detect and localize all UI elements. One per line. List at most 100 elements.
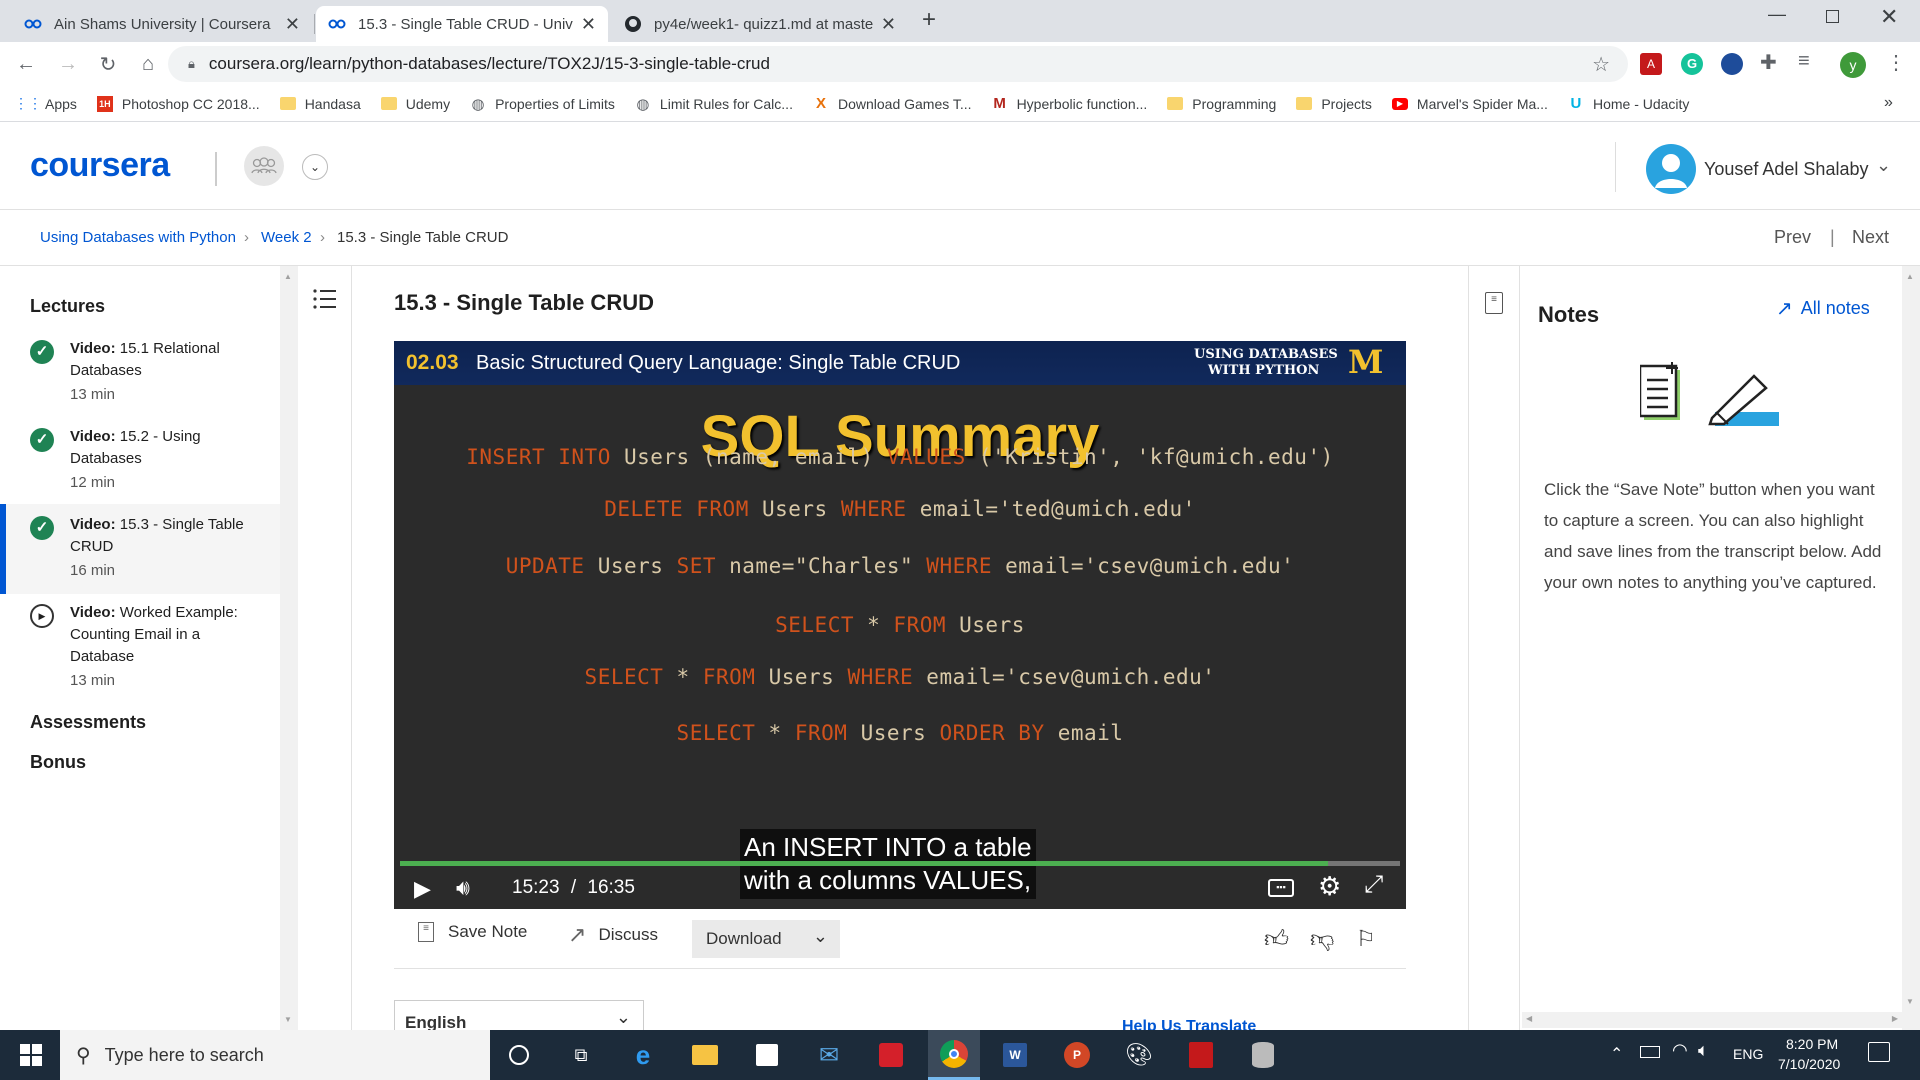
coursera-logo[interactable]: coursera xyxy=(30,146,170,185)
mail-icon[interactable]: ✉ xyxy=(814,1040,844,1070)
paint-icon[interactable]: 🎨︎ xyxy=(1124,1040,1154,1070)
close-tab-icon[interactable]: ✕ xyxy=(581,14,596,35)
bookmark-programming[interactable]: Programming xyxy=(1167,96,1276,112)
table-of-contents-icon[interactable] xyxy=(312,288,336,310)
thumbs-down-icon[interactable]: 👎︎ xyxy=(1310,926,1334,954)
close-tab-icon[interactable]: ✕ xyxy=(285,14,300,35)
chrome-taskbar-active[interactable] xyxy=(928,1030,980,1080)
wifi-icon[interactable]: ◠ xyxy=(1672,1040,1688,1061)
maximize-icon[interactable] xyxy=(1826,10,1839,23)
bookmark-hyperbolic[interactable]: M Hyperbolic function... xyxy=(992,95,1147,112)
settings-gear-icon[interactable]: ⚙ xyxy=(1318,871,1341,902)
tray-chevron-icon[interactable]: ⌃ xyxy=(1610,1044,1623,1064)
bookmarks-overflow-icon[interactable]: » xyxy=(1884,94,1893,112)
transcript-language-select[interactable]: English ⌄ xyxy=(394,1000,644,1034)
acrobat-extension-icon[interactable]: A xyxy=(1640,53,1662,75)
download-dropdown[interactable]: Download ⌄ xyxy=(692,920,840,958)
taskbar-search-box[interactable]: ⚲ Type here to search xyxy=(60,1030,490,1080)
media-control-icon[interactable]: ≡ xyxy=(1798,50,1810,73)
new-tab-button[interactable]: + xyxy=(922,6,936,34)
bookmark-udemy[interactable]: Udemy xyxy=(380,96,450,112)
browser-tab-2[interactable]: 15.3 - Single Table CRUD - Unive ✕ xyxy=(316,6,608,42)
bookmark-projects[interactable]: Projects xyxy=(1296,96,1372,112)
notes-hscrollbar[interactable]: ◀ ▶ xyxy=(1522,1012,1902,1028)
video-progress-track[interactable] xyxy=(400,861,1400,866)
speaker-icon[interactable]: 🔈︎ xyxy=(1698,1040,1709,1061)
store-icon[interactable] xyxy=(752,1040,782,1070)
discuss-button[interactable]: ↗ Discuss xyxy=(568,922,658,948)
bookmark-udacity[interactable]: U Home - Udacity xyxy=(1568,95,1690,112)
flag-icon[interactable]: ⚐ xyxy=(1356,926,1376,952)
breadcrumb-course[interactable]: Using Databases with Python xyxy=(40,229,236,246)
browser-tab-3[interactable]: py4e/week1- quizz1.md at maste ✕ xyxy=(612,6,908,42)
database-app-icon[interactable] xyxy=(1248,1040,1278,1070)
all-notes-link[interactable]: ↗ All notes xyxy=(1776,296,1870,321)
group-avatar-icon[interactable] xyxy=(244,146,284,186)
bookmark-handasa[interactable]: Handasa xyxy=(279,96,361,112)
action-center-icon[interactable] xyxy=(1868,1042,1890,1062)
edge-icon[interactable]: e xyxy=(628,1040,658,1070)
acrobat-taskbar-icon[interactable] xyxy=(1186,1040,1216,1070)
assessments-heading[interactable]: Assessments xyxy=(30,712,146,733)
home-icon[interactable]: ⌂ xyxy=(136,52,160,76)
scroll-up-arrow-icon[interactable]: ▲ xyxy=(284,272,292,281)
bonus-heading[interactable]: Bonus xyxy=(30,752,86,773)
scroll-down-arrow-icon[interactable]: ▼ xyxy=(284,1015,292,1024)
lecture-item-2[interactable]: ✓ Video: 15.2 - Using Databases 12 min xyxy=(0,426,280,510)
close-window-icon[interactable]: ✕ xyxy=(1880,4,1898,30)
user-avatar[interactable] xyxy=(1646,144,1696,194)
clock-time[interactable]: 8:20 PM xyxy=(1786,1036,1838,1052)
bookmark-spiderman[interactable]: ▶ Marvel's Spider Ma... xyxy=(1391,96,1548,112)
notes-toggle-icon[interactable]: ≡ xyxy=(1485,292,1503,314)
bookmark-download-games[interactable]: X Download Games T... xyxy=(813,95,972,112)
reload-icon[interactable]: ↻ xyxy=(96,52,120,76)
notes-vscrollbar[interactable]: ▲ ▼ xyxy=(1902,266,1920,1030)
cortana-icon[interactable] xyxy=(504,1040,534,1070)
file-explorer-icon[interactable] xyxy=(690,1040,720,1070)
puzzle-extensions-icon[interactable]: ✚ xyxy=(1760,50,1777,75)
fullscreen-icon[interactable]: ⤢ xyxy=(1364,871,1383,899)
minimize-icon[interactable]: — xyxy=(1768,4,1786,25)
scroll-up-arrow-icon[interactable]: ▲ xyxy=(1906,272,1914,281)
breadcrumb-week[interactable]: Week 2 xyxy=(261,229,312,246)
windows-start-icon[interactable] xyxy=(16,1040,46,1070)
sidebar-scrollbar[interactable]: ▲ ▼ xyxy=(280,266,298,1030)
chevron-down-icon[interactable]: ⌄ xyxy=(302,154,328,180)
scroll-down-arrow-icon[interactable]: ▼ xyxy=(1906,997,1914,1006)
video-player[interactable]: 02.03 Basic Structured Query Language: S… xyxy=(394,341,1406,909)
gift-app-icon[interactable] xyxy=(876,1040,906,1070)
address-bar[interactable]: 🔒︎ coursera.org/learn/python-databases/l… xyxy=(168,46,1628,82)
profile-avatar[interactable]: y xyxy=(1840,52,1866,78)
browser-tab-1[interactable]: Ain Shams University | Coursera ✕ xyxy=(12,6,312,42)
chrome-menu-icon[interactable]: ⋮ xyxy=(1886,50,1906,75)
grammarly-extension-icon[interactable]: G xyxy=(1681,53,1703,75)
scroll-right-arrow-icon[interactable]: ▶ xyxy=(1892,1014,1898,1023)
help-translate-link[interactable]: Help Us Translate xyxy=(1122,1018,1256,1030)
clock-date[interactable]: 7/10/2020 xyxy=(1778,1056,1840,1072)
lecture-item-1[interactable]: ✓ Video: 15.1 Relational Databases 13 mi… xyxy=(0,338,280,422)
back-icon[interactable]: ← xyxy=(14,52,38,76)
forward-icon[interactable]: → xyxy=(56,52,80,76)
lecture-item-3-active[interactable]: ✓ Video: 15.3 - Single Table CRUD 16 min xyxy=(0,504,280,594)
captions-icon[interactable]: ▪▪▪ xyxy=(1268,879,1294,897)
thumbs-up-icon[interactable]: 👍︎ xyxy=(1264,926,1289,954)
close-tab-icon[interactable]: ✕ xyxy=(881,14,896,35)
prev-button[interactable]: Prev xyxy=(1774,227,1811,248)
star-bookmark-icon[interactable]: ☆ xyxy=(1592,52,1610,77)
next-button[interactable]: Next xyxy=(1852,227,1889,248)
extension-icon[interactable] xyxy=(1721,53,1743,75)
volume-icon[interactable]: 🔊︎ xyxy=(456,875,470,901)
battery-icon[interactable] xyxy=(1640,1046,1660,1058)
lectures-heading[interactable]: Lectures xyxy=(30,296,105,317)
bookmark-limit-rules[interactable]: ◍ Limit Rules for Calc... xyxy=(635,96,793,113)
user-menu-chevron-icon[interactable]: ⌄ xyxy=(1876,155,1891,176)
task-view-icon[interactable]: ⧉ xyxy=(566,1040,596,1070)
main-scrollbar[interactable] xyxy=(1448,266,1466,1030)
play-icon[interactable]: ▶ xyxy=(414,876,431,902)
save-note-button[interactable]: ≡ Save Note xyxy=(418,922,527,942)
bookmark-photoshop[interactable]: 1H Photoshop CC 2018... xyxy=(96,95,260,112)
powerpoint-icon[interactable]: P xyxy=(1062,1040,1092,1070)
lecture-item-4[interactable]: ▶ Video: Worked Example: Counting Email … xyxy=(0,602,280,712)
bookmark-properties-of-limits[interactable]: ◍ Properties of Limits xyxy=(470,96,615,113)
word-icon[interactable]: W xyxy=(1000,1040,1030,1070)
